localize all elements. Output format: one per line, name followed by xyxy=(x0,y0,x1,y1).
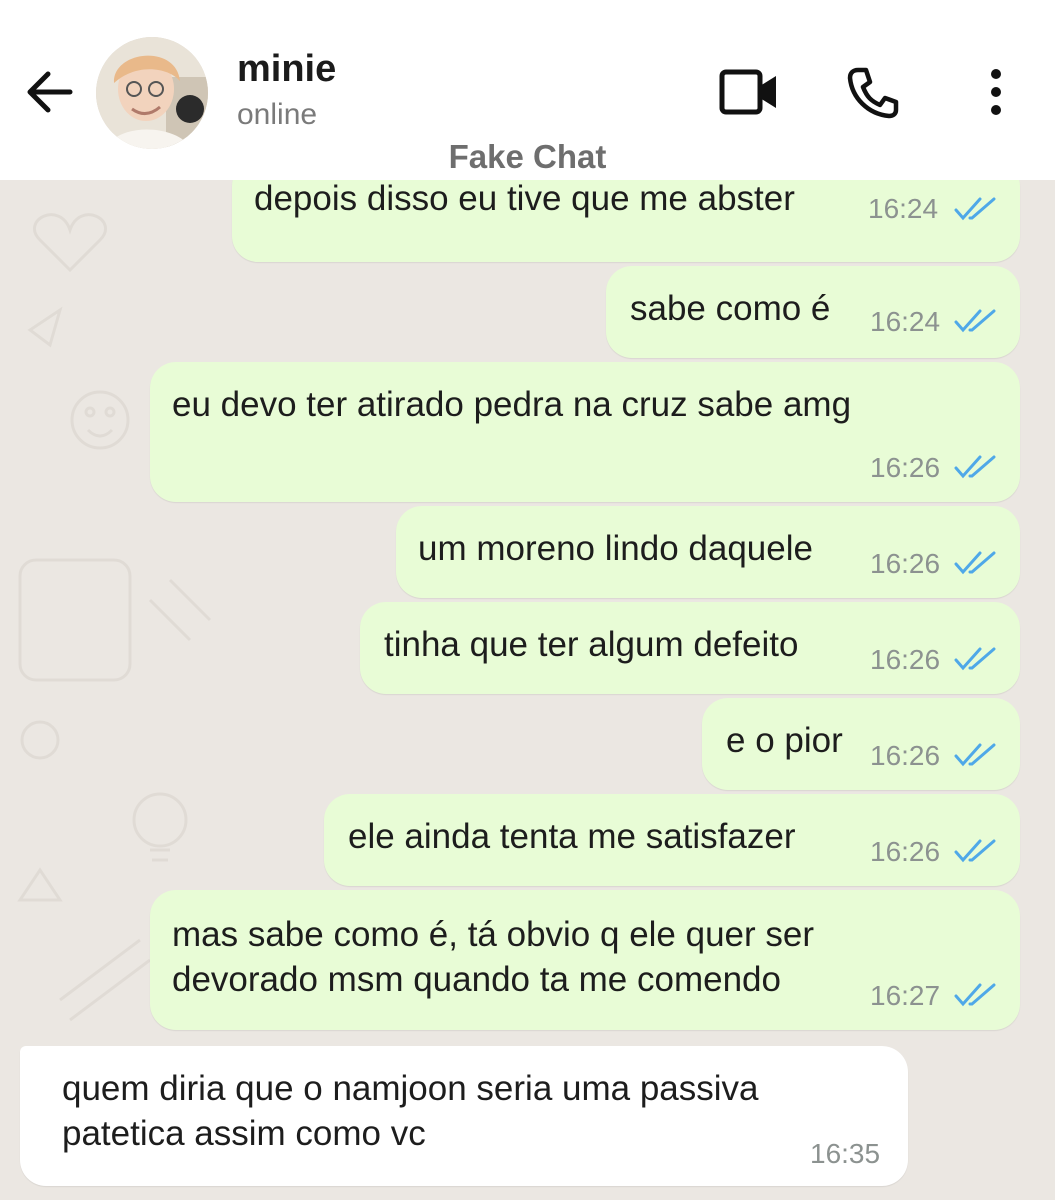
message-bubble-outgoing[interactable]: eu devo ter atirado pedra na cruz sabe a… xyxy=(150,362,1020,502)
more-options-icon[interactable] xyxy=(986,68,1006,116)
message-text: ele ainda tenta me satisfazer xyxy=(348,817,796,856)
message-text: e o pior xyxy=(726,721,843,760)
message-time: 16:24 xyxy=(868,193,939,224)
message-text: um moreno lindo daquele xyxy=(418,529,813,568)
read-receipt-icon xyxy=(954,743,996,767)
message-time: 16:35 xyxy=(810,1138,881,1169)
read-receipt-icon xyxy=(954,983,996,1007)
message-list[interactable]: depois disso eu tive que me abster 16:24… xyxy=(0,180,1055,1200)
read-receipt-icon xyxy=(954,309,996,333)
message-time: 16:26 xyxy=(870,740,941,771)
read-receipt-icon xyxy=(954,455,996,479)
message-time: 16:26 xyxy=(870,836,941,867)
message-bubble-outgoing[interactable]: ele ainda tenta me satisfazer 16:26 xyxy=(324,794,1020,886)
read-receipt-icon xyxy=(954,839,996,863)
message-bubble-incoming[interactable]: quem diria que o namjoon seria uma passi… xyxy=(20,1046,908,1186)
message-time: 16:26 xyxy=(870,452,941,483)
read-receipt-icon xyxy=(954,197,996,221)
message-text-line1: quem diria que o namjoon seria uma passi… xyxy=(62,1069,759,1108)
message-time: 16:26 xyxy=(870,548,941,579)
message-text: sabe como é xyxy=(630,289,831,328)
contact-name[interactable]: minie xyxy=(237,48,336,91)
message-text-line2: patetica assim como vc xyxy=(62,1114,426,1153)
video-call-icon[interactable] xyxy=(718,68,780,116)
message-bubble-outgoing[interactable]: mas sabe como é, tá obvio q ele quer ser… xyxy=(150,890,1020,1030)
message-bubble-outgoing[interactable]: depois disso eu tive que me abster 16:24 xyxy=(232,180,1020,262)
message-text: eu devo ter atirado pedra na cruz sabe a… xyxy=(172,385,852,424)
message-bubble-outgoing[interactable]: sabe como é 16:24 xyxy=(606,266,1020,358)
message-bubble-outgoing[interactable]: e o pior 16:26 xyxy=(702,698,1020,790)
message-text: tinha que ter algum defeito xyxy=(384,625,799,664)
chat-header: minie online Fake Chat xyxy=(0,0,1055,180)
message-text-line1: mas sabe como é, tá obvio q ele quer ser xyxy=(172,915,815,954)
read-receipt-icon xyxy=(954,551,996,575)
message-text: depois disso eu tive que me abster xyxy=(254,180,795,218)
message-bubble-outgoing[interactable]: um moreno lindo daquele 16:26 xyxy=(396,506,1020,598)
avatar[interactable] xyxy=(96,37,208,149)
contact-status: online xyxy=(237,98,318,131)
message-time: 16:27 xyxy=(870,980,941,1011)
read-receipt-icon xyxy=(954,647,996,671)
message-time: 16:26 xyxy=(870,644,941,675)
voice-call-icon[interactable] xyxy=(846,66,900,120)
message-time: 16:24 xyxy=(870,306,941,337)
message-bubble-outgoing[interactable]: tinha que ter algum defeito 16:26 xyxy=(360,602,1020,694)
watermark-label: Fake Chat xyxy=(448,138,607,175)
message-text-line2: devorado msm quando ta me comendo xyxy=(172,960,781,999)
back-arrow-icon[interactable] xyxy=(22,68,74,116)
